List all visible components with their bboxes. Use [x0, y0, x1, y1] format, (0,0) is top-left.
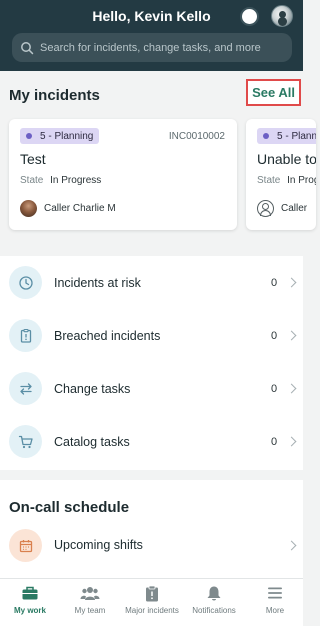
- clock-icon: [9, 266, 42, 299]
- state-row: State In Progress: [20, 175, 101, 186]
- list-item-label: Change tasks: [54, 381, 131, 396]
- incident-title: Unable to: [257, 151, 316, 167]
- caller-row: Caller: [257, 199, 307, 217]
- upcoming-shifts-link[interactable]: Upcoming shifts: [54, 538, 143, 552]
- alert-clipboard-icon: [9, 319, 42, 352]
- profile-avatar[interactable]: [271, 5, 293, 27]
- list-item-breached-incidents[interactable]: Breached incidents 0: [0, 309, 303, 362]
- chevron-right-icon: [286, 436, 297, 447]
- state-label: State: [20, 175, 44, 186]
- caller-name: Caller Charlie M: [44, 202, 116, 214]
- cart-icon: [9, 425, 42, 458]
- my-incidents-section: My incidents See All 5 - Planning INC001…: [0, 71, 316, 247]
- priority-badge: 5 - Planning: [20, 128, 100, 144]
- chevron-right-icon: [286, 277, 297, 288]
- nav-label: More: [265, 606, 285, 615]
- calendar-icon: [9, 529, 42, 562]
- tab-my-team[interactable]: My team: [60, 579, 120, 626]
- state-value: In Progress: [50, 175, 102, 186]
- list-item-count: 0: [271, 329, 278, 342]
- list-item-label: Breached incidents: [54, 328, 161, 343]
- task-list: Incidents at risk 0 Breached incidents 0…: [0, 256, 303, 470]
- list-item-label: Catalog tasks: [54, 434, 130, 449]
- caller-avatar: [20, 199, 37, 217]
- incident-title: Test: [20, 151, 46, 167]
- priority-dot-icon: [263, 133, 269, 139]
- caller-name: Caller: [281, 202, 308, 214]
- app-header: Hello, Kevin Kello Search for incidents,…: [0, 0, 303, 71]
- briefcase-icon: [19, 584, 41, 602]
- state-value: In Progress: [287, 175, 316, 186]
- clipboard-alert-icon: [141, 584, 163, 602]
- incident-number: INC0010002: [168, 131, 225, 142]
- state-row: State In Progress: [257, 175, 316, 186]
- tab-more[interactable]: More: [245, 579, 305, 626]
- menu-icon: [264, 584, 286, 602]
- tab-my-work[interactable]: My work: [0, 579, 60, 626]
- see-all-button[interactable]: See All: [246, 79, 301, 106]
- tab-notifications[interactable]: Notifications: [184, 579, 244, 626]
- nav-label: Notifications: [192, 606, 236, 615]
- section-title: My incidents: [9, 87, 100, 104]
- team-icon: [79, 584, 101, 602]
- caller-row: Caller Charlie M: [20, 199, 116, 217]
- nav-label: Major incidents: [125, 606, 179, 615]
- list-item-count: 0: [271, 276, 278, 289]
- incident-card[interactable]: 5 - Planning INC0010002 Test State In Pr…: [9, 119, 237, 230]
- priority-label: 5 - Planning: [277, 130, 316, 142]
- on-call-section: On-call schedule Upcoming shifts: [0, 480, 303, 578]
- priority-label: 5 - Planning: [40, 130, 94, 142]
- list-item-catalog-tasks[interactable]: Catalog tasks 0: [0, 415, 303, 468]
- nav-label: My team: [74, 606, 106, 615]
- chevron-right-icon: [286, 540, 297, 551]
- list-item-incidents-at-risk[interactable]: Incidents at risk 0: [0, 256, 303, 309]
- chevron-right-icon: [286, 383, 297, 394]
- bell-icon: [203, 584, 225, 602]
- priority-dot-icon: [26, 133, 32, 139]
- list-item-change-tasks[interactable]: Change tasks 0: [0, 362, 303, 415]
- priority-badge: 5 - Planning: [257, 128, 316, 144]
- user-icon: [257, 199, 274, 217]
- tab-major-incidents[interactable]: Major incidents: [122, 579, 182, 626]
- incident-card[interactable]: 5 - Planning Unable to State In Progress…: [246, 119, 316, 230]
- list-item-count: 0: [271, 382, 278, 395]
- search-input[interactable]: Search for incidents, change tasks, and …: [12, 33, 292, 62]
- section-title: On-call schedule: [9, 499, 130, 516]
- availability-toggle[interactable]: [240, 7, 259, 26]
- search-placeholder: Search for incidents, change tasks, and …: [40, 41, 261, 54]
- search-icon: [21, 41, 34, 54]
- bottom-navigation: My work My team Major incidents Notifica…: [0, 578, 303, 626]
- list-item-count: 0: [271, 435, 278, 448]
- state-label: State: [257, 175, 281, 186]
- list-item-label: Incidents at risk: [54, 275, 141, 290]
- chevron-right-icon: [286, 330, 297, 341]
- nav-label: My work: [13, 606, 46, 615]
- swap-arrows-icon: [9, 372, 42, 405]
